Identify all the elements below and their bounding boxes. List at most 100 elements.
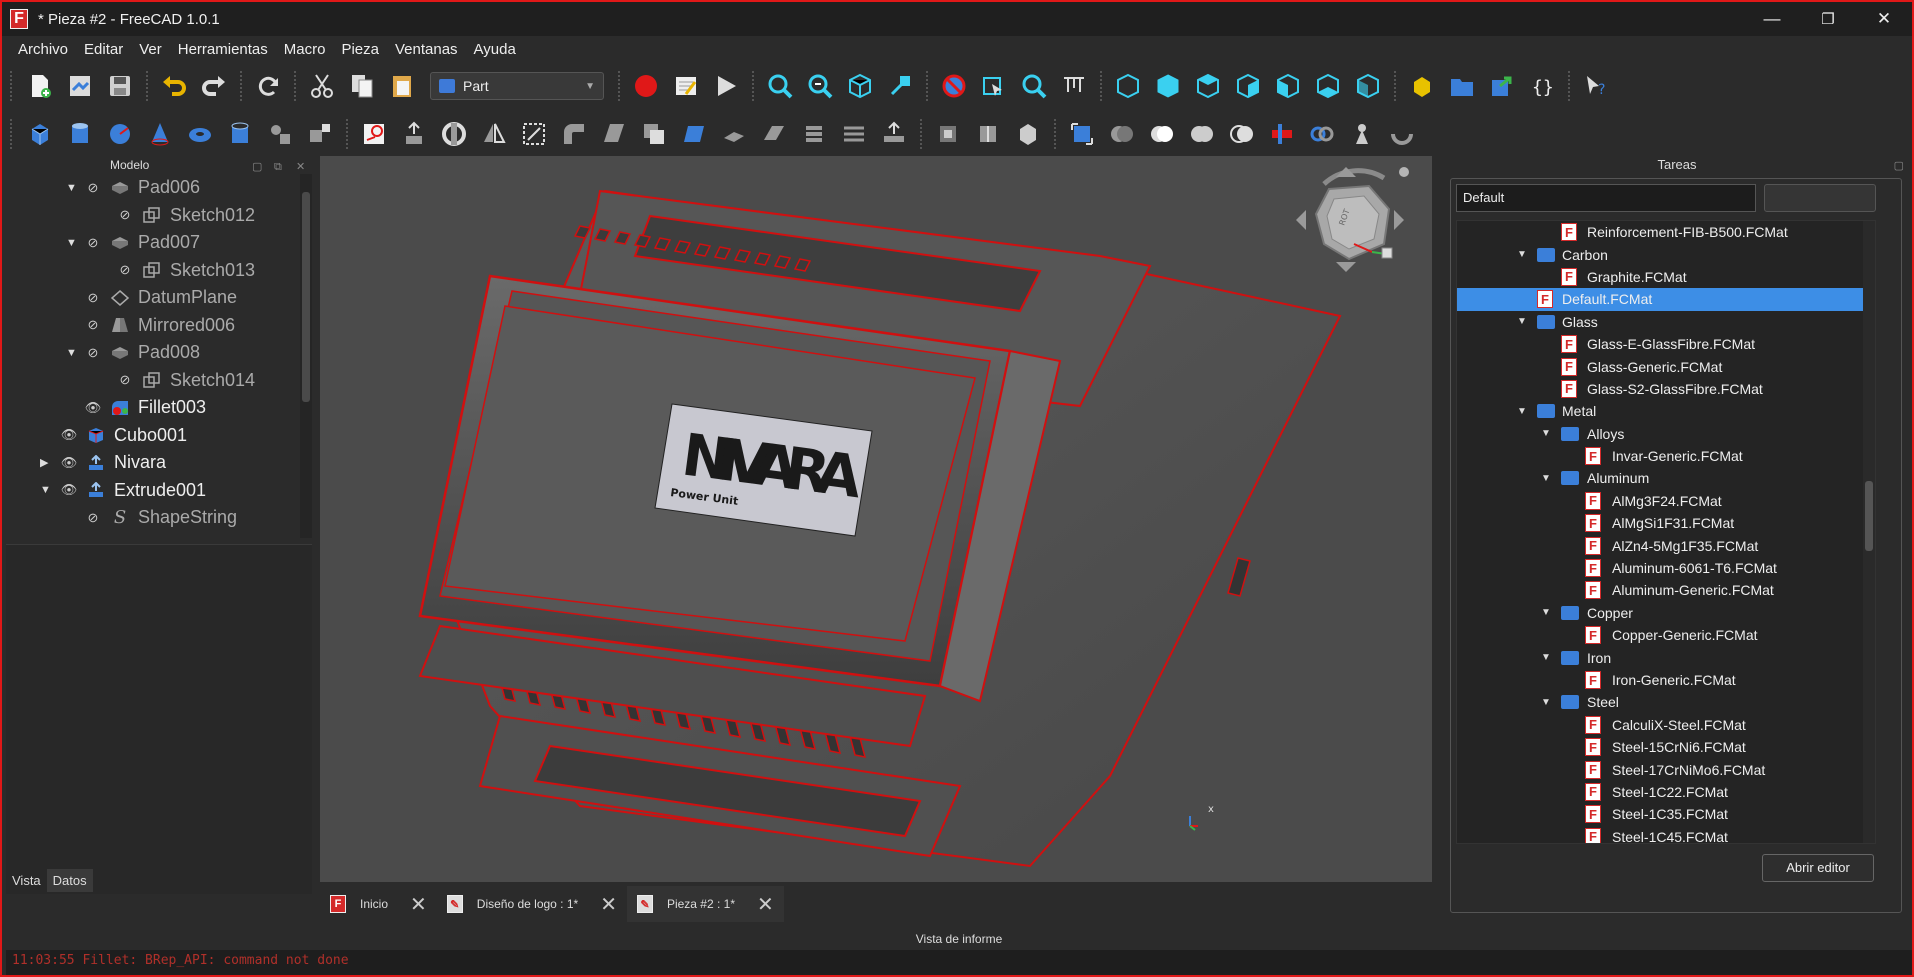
tree-item-pad007[interactable]: ▼ ⊘ Pad007 <box>6 229 312 257</box>
material-folder[interactable]: ▼ Copper <box>1457 602 1875 624</box>
cross-sections-icon[interactable] <box>799 119 829 149</box>
hidden-eye-icon[interactable]: ⊘ <box>116 372 134 388</box>
view-right-icon[interactable] <box>1233 71 1263 101</box>
float-panel-icon[interactable]: ▢ <box>1894 157 1904 175</box>
tree-item-sketch014[interactable]: ⊘ Sketch014 <box>6 367 312 395</box>
chamfer-icon[interactable] <box>559 119 589 149</box>
tree-item-fillet003[interactable]: 👁 Fillet003 <box>6 394 312 422</box>
undo-icon[interactable] <box>159 71 189 101</box>
hidden-eye-icon[interactable]: ⊘ <box>84 290 102 306</box>
material-folder[interactable]: ▼ Glass <box>1457 311 1875 333</box>
open-document-icon[interactable] <box>65 71 95 101</box>
material-item[interactable]: F Graphite.FCMat <box>1457 266 1875 288</box>
part-icon[interactable] <box>1407 71 1437 101</box>
tree-item-extrude001[interactable]: ▼ 👁 Extrude001 <box>6 477 312 505</box>
sweep-icon[interactable] <box>719 119 749 149</box>
copy-icon[interactable] <box>347 71 377 101</box>
open-editor-button[interactable]: Abrir editor <box>1762 854 1874 882</box>
whats-this-icon[interactable]: ? <box>1581 71 1611 101</box>
link-icon[interactable] <box>1487 71 1517 101</box>
paste-icon[interactable] <box>387 71 417 101</box>
material-item[interactable]: F AlMg3F24.FCMat <box>1457 490 1875 512</box>
material-item[interactable]: F Reinforcement-FIB-B500.FCMat <box>1457 221 1875 243</box>
tree-item-datumplane[interactable]: ⊘ DatumPlane <box>6 284 312 312</box>
menu-herramientas[interactable]: Herramientas <box>170 41 276 58</box>
shape-builder-icon[interactable] <box>305 119 335 149</box>
variable-set-icon[interactable]: {} <box>1527 71 1557 101</box>
material-item[interactable]: F Aluminum-Generic.FCMat <box>1457 579 1875 601</box>
material-item[interactable]: F Glass-S2-GlassFibre.FCMat <box>1457 378 1875 400</box>
material-scroll-thumb[interactable] <box>1865 481 1873 551</box>
tab-inicio[interactable]: F Inicio ✕ <box>320 886 437 922</box>
material-folder[interactable]: ▼ Alloys <box>1457 423 1875 445</box>
close-tab-icon[interactable]: ✕ <box>757 892 774 917</box>
visible-eye-icon[interactable]: 👁 <box>84 400 102 416</box>
material-item[interactable]: F CalculiX-Steel.FCMat <box>1457 714 1875 736</box>
material-item[interactable]: F Invar-Generic.FCMat <box>1457 445 1875 467</box>
material-item[interactable]: F Steel-1C22.FCMat <box>1457 781 1875 803</box>
material-item[interactable]: F Steel-1C45.FCMat <box>1457 826 1875 843</box>
expand-arrow-icon[interactable]: ▼ <box>1541 473 1551 484</box>
material-scrollbar[interactable] <box>1863 221 1875 843</box>
torus-icon[interactable] <box>185 119 215 149</box>
expand-arrow-icon[interactable]: ▼ <box>66 182 80 194</box>
menu-ventanas[interactable]: Ventanas <box>387 41 466 58</box>
fillet-icon[interactable] <box>519 119 549 149</box>
minimize-button[interactable]: — <box>1744 2 1800 36</box>
material-folder[interactable]: ▼ Metal <box>1457 400 1875 422</box>
material-combo[interactable]: Default <box>1456 184 1756 212</box>
material-item[interactable]: F Copper-Generic.FCMat <box>1457 624 1875 646</box>
hidden-eye-icon[interactable]: ⊘ <box>84 510 102 526</box>
redo-icon[interactable] <box>199 71 229 101</box>
compound-icon[interactable] <box>1067 119 1097 149</box>
material-item-selected[interactable]: F Default.FCMat <box>1457 288 1875 311</box>
extrude-icon[interactable] <box>399 119 429 149</box>
tree-item-pad008[interactable]: ▼ ⊘ Pad008 <box>6 339 312 367</box>
measure-icon[interactable] <box>1059 71 1089 101</box>
menu-archivo[interactable]: Archivo <box>10 41 76 58</box>
close-tab-icon[interactable]: ✕ <box>600 892 617 917</box>
offset-icon[interactable] <box>839 119 869 149</box>
visible-eye-icon[interactable]: 👁 <box>60 427 78 443</box>
expand-arrow-icon[interactable]: ▼ <box>1517 406 1527 417</box>
cut-icon[interactable] <box>307 71 337 101</box>
run-macro-icon[interactable] <box>711 71 741 101</box>
revolve-icon[interactable] <box>439 119 469 149</box>
material-item[interactable]: F Glass-E-GlassFibre.FCMat <box>1457 333 1875 355</box>
make-face-icon[interactable] <box>599 119 629 149</box>
material-item[interactable]: F Steel-17CrNiMo6.FCMat <box>1457 758 1875 780</box>
tree-item-nivara[interactable]: ▶ 👁 Nivara <box>6 449 312 477</box>
hidden-eye-icon[interactable]: ⊘ <box>84 180 102 196</box>
bounding-box-icon[interactable] <box>885 71 915 101</box>
menu-ver[interactable]: Ver <box>131 41 170 58</box>
material-folder[interactable]: ▼ Iron <box>1457 646 1875 668</box>
boolean-icon[interactable] <box>1107 119 1137 149</box>
expand-arrow-icon[interactable]: ▼ <box>1517 249 1527 260</box>
view-bottom-icon[interactable] <box>1313 71 1343 101</box>
hidden-eye-icon[interactable]: ⊘ <box>84 345 102 361</box>
cube-icon[interactable] <box>25 119 55 149</box>
material-folder[interactable]: ▼ Aluminum <box>1457 467 1875 489</box>
tab-datos[interactable]: Datos <box>46 868 93 892</box>
hidden-eye-icon[interactable]: ⊘ <box>84 317 102 333</box>
tree-item-cubo001[interactable]: 👁 Cubo001 <box>6 422 312 450</box>
menu-ayuda[interactable]: Ayuda <box>466 41 524 58</box>
tube-icon[interactable] <box>225 119 255 149</box>
toolbar-grip[interactable] <box>10 119 14 149</box>
thickness-icon[interactable] <box>879 119 909 149</box>
material-item[interactable]: F Steel-15CrNi6.FCMat <box>1457 736 1875 758</box>
group-icon[interactable] <box>1447 71 1477 101</box>
primitives-icon[interactable] <box>265 119 295 149</box>
mirror-icon[interactable] <box>479 119 509 149</box>
view-isometric-icon[interactable] <box>1113 71 1143 101</box>
cone-icon[interactable] <box>145 119 175 149</box>
no-draw-style-icon[interactable] <box>939 71 969 101</box>
tree-item-sketch013[interactable]: ⊘ Sketch013 <box>6 257 312 285</box>
tree-scrollbar[interactable] <box>300 174 312 538</box>
view-rear-icon[interactable] <box>1273 71 1303 101</box>
hidden-eye-icon[interactable]: ⊘ <box>84 235 102 251</box>
refresh-icon[interactable] <box>253 71 283 101</box>
tree-item-sketch012[interactable]: ⊘ Sketch012 <box>6 202 312 230</box>
cut-boolean-icon[interactable] <box>1147 119 1177 149</box>
zoom-icon[interactable] <box>1019 71 1049 101</box>
